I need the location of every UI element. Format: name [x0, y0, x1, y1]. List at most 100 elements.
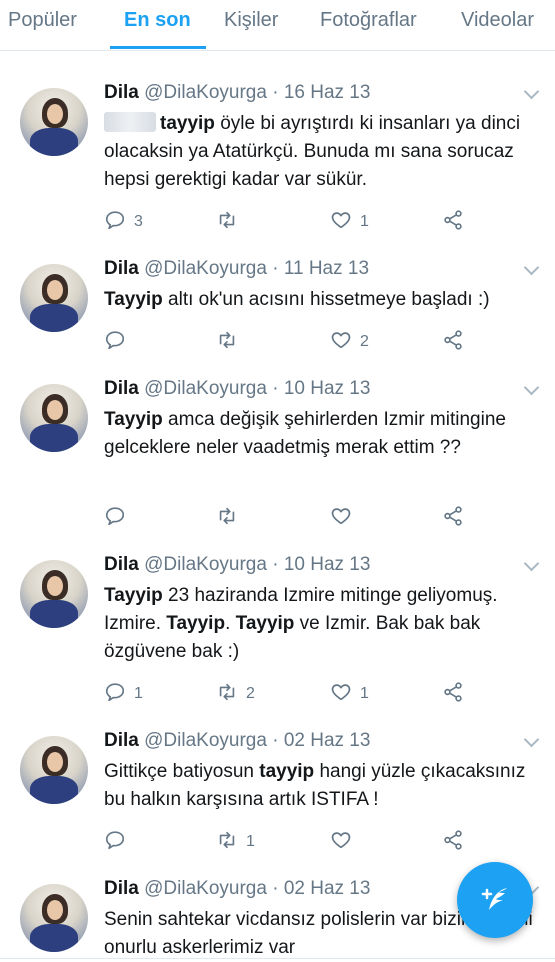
author-name[interactable]: Dila [104, 82, 139, 103]
share-icon [442, 681, 464, 708]
reply-icon [104, 829, 126, 856]
like-button[interactable] [330, 506, 360, 530]
separator-dot: · [266, 730, 284, 751]
chevron-down-icon[interactable] [523, 379, 540, 396]
retweet-button[interactable] [216, 330, 246, 354]
tab-videos[interactable]: Videolar [461, 9, 534, 32]
retweet-icon [216, 209, 238, 236]
reply-button[interactable] [104, 506, 134, 530]
author-handle[interactable]: @DilaKoyurga [144, 878, 267, 899]
like-button[interactable]: 1 [330, 210, 369, 234]
tweet-text-segment: altı ok'un acısını hissetmeye başladı :) [162, 289, 490, 310]
reply-button[interactable] [104, 830, 134, 854]
like-button[interactable]: 1 [330, 682, 369, 706]
share-icon [442, 209, 464, 236]
share-button[interactable] [442, 829, 464, 854]
avatar[interactable] [20, 384, 88, 452]
separator-dot: · [266, 378, 284, 399]
author-name[interactable]: Dila [104, 730, 139, 751]
heart-icon [330, 505, 352, 532]
separator-dot: · [266, 82, 284, 103]
retweet-button[interactable]: 1 [216, 830, 255, 854]
retweet-button[interactable]: 2 [216, 682, 255, 706]
tab-bar: Popüler En son Kişiler Fotoğraflar Video… [0, 0, 555, 51]
tweet-date[interactable]: 16 Haz 13 [284, 82, 371, 103]
compose-button[interactable] [457, 862, 533, 938]
share-button[interactable] [442, 209, 464, 236]
tab-people[interactable]: Kişiler [224, 9, 278, 32]
avatar[interactable] [20, 88, 88, 156]
tab-popular[interactable]: Popüler [8, 9, 77, 32]
separator-dot: · [266, 554, 284, 575]
tweet-date[interactable]: 02 Haz 13 [284, 878, 371, 899]
tweet-actions [104, 505, 504, 532]
like-count: 1 [360, 213, 369, 230]
retweet-button[interactable] [216, 506, 246, 530]
compose-tweet-icon [481, 888, 507, 910]
tweet-actions: 31 [104, 209, 504, 236]
share-button[interactable] [442, 505, 464, 532]
tab-latest[interactable]: En son [124, 9, 191, 32]
tweet-text-segment: Tayyip [235, 613, 295, 634]
like-button[interactable] [330, 830, 360, 854]
avatar[interactable] [20, 560, 88, 628]
retweet-button[interactable] [216, 210, 246, 234]
tweet-text-segment: Tayyip [104, 585, 163, 606]
tweet-text: Gittikçe batiyosun tayyip hangi yüzle çı… [104, 758, 534, 814]
tweet-text: Tayyip 23 haziranda Izmire mitinge geliy… [104, 582, 534, 666]
retweet-count: 2 [246, 685, 255, 702]
avatar[interactable] [20, 736, 88, 804]
reply-button[interactable]: 3 [104, 210, 143, 234]
blurred-text [104, 112, 156, 132]
tweet-header: Dila @DilaKoyurga · 10 Haz 13 [104, 378, 370, 400]
tweet-date[interactable]: 02 Haz 13 [284, 730, 371, 751]
tweet-text: Tayyip amca değişik şehirlerden Izmir mi… [104, 406, 534, 462]
author-handle[interactable]: @DilaKoyurga [144, 378, 267, 399]
tweet[interactable]: Dila @DilaKoyurga · 10 Haz 13 Tayyip amca… [0, 368, 555, 545]
tweet[interactable]: Dila @DilaKoyurga · 02 Haz 13 Gittikçe ba… [0, 720, 555, 869]
author-name[interactable]: Dila [104, 258, 139, 279]
author-name[interactable]: Dila [104, 878, 139, 899]
tweet-header: Dila @DilaKoyurga · 02 Haz 13 [104, 878, 370, 900]
author-handle[interactable]: @DilaKoyurga [144, 82, 267, 103]
chevron-down-icon[interactable] [523, 731, 540, 748]
tweet-header: Dila @DilaKoyurga · 02 Haz 13 [104, 730, 370, 752]
reply-icon [104, 329, 126, 356]
author-handle[interactable]: @DilaKoyurga [144, 730, 267, 751]
tweet[interactable]: Dila @DilaKoyurga · 11 Haz 13 Tayyip altı… [0, 248, 555, 369]
tweet[interactable]: Dila @DilaKoyurga · 16 Haz 13 tayyip öyle… [0, 72, 555, 249]
heart-icon [330, 829, 352, 856]
reply-button[interactable] [104, 330, 134, 354]
author-name[interactable]: Dila [104, 378, 139, 399]
tweet-text-segment: Gittikçe batiyosun [104, 761, 260, 782]
author-handle[interactable]: @DilaKoyurga [144, 258, 267, 279]
tweet-text: tayyip öyle bi ayrıştırdı ki insanları y… [104, 110, 534, 194]
share-button[interactable] [442, 329, 464, 354]
tweet-date[interactable]: 10 Haz 13 [284, 378, 371, 399]
tweet-text-segment: . [225, 613, 236, 634]
tweet-date[interactable]: 10 Haz 13 [284, 554, 371, 575]
tweet-text-segment: tayyip [259, 761, 315, 782]
share-button[interactable] [442, 681, 464, 708]
share-icon [442, 505, 464, 532]
tweet-date[interactable]: 11 Haz 13 [284, 258, 369, 279]
tweet-text-segment: Tayyip [104, 289, 163, 310]
author-name[interactable]: Dila [104, 554, 139, 575]
reply-count: 1 [134, 685, 143, 702]
chevron-down-icon[interactable] [523, 259, 540, 276]
reply-button[interactable]: 1 [104, 682, 143, 706]
tweet-text-segment: Tayyip [166, 613, 226, 634]
retweet-count: 1 [246, 833, 255, 850]
author-handle[interactable]: @DilaKoyurga [144, 554, 267, 575]
avatar[interactable] [20, 884, 88, 952]
separator-dot: · [266, 258, 284, 279]
retweet-icon [216, 505, 238, 532]
tweet[interactable]: Dila @DilaKoyurga · 10 Haz 13 Tayyip 23 h… [0, 544, 555, 721]
like-button[interactable]: 2 [330, 330, 369, 354]
chevron-down-icon[interactable] [523, 83, 540, 100]
retweet-icon [216, 829, 238, 856]
chevron-down-icon[interactable] [523, 555, 540, 572]
tab-photos[interactable]: Fotoğraflar [320, 9, 417, 32]
avatar[interactable] [20, 264, 88, 332]
retweet-icon [216, 681, 238, 708]
